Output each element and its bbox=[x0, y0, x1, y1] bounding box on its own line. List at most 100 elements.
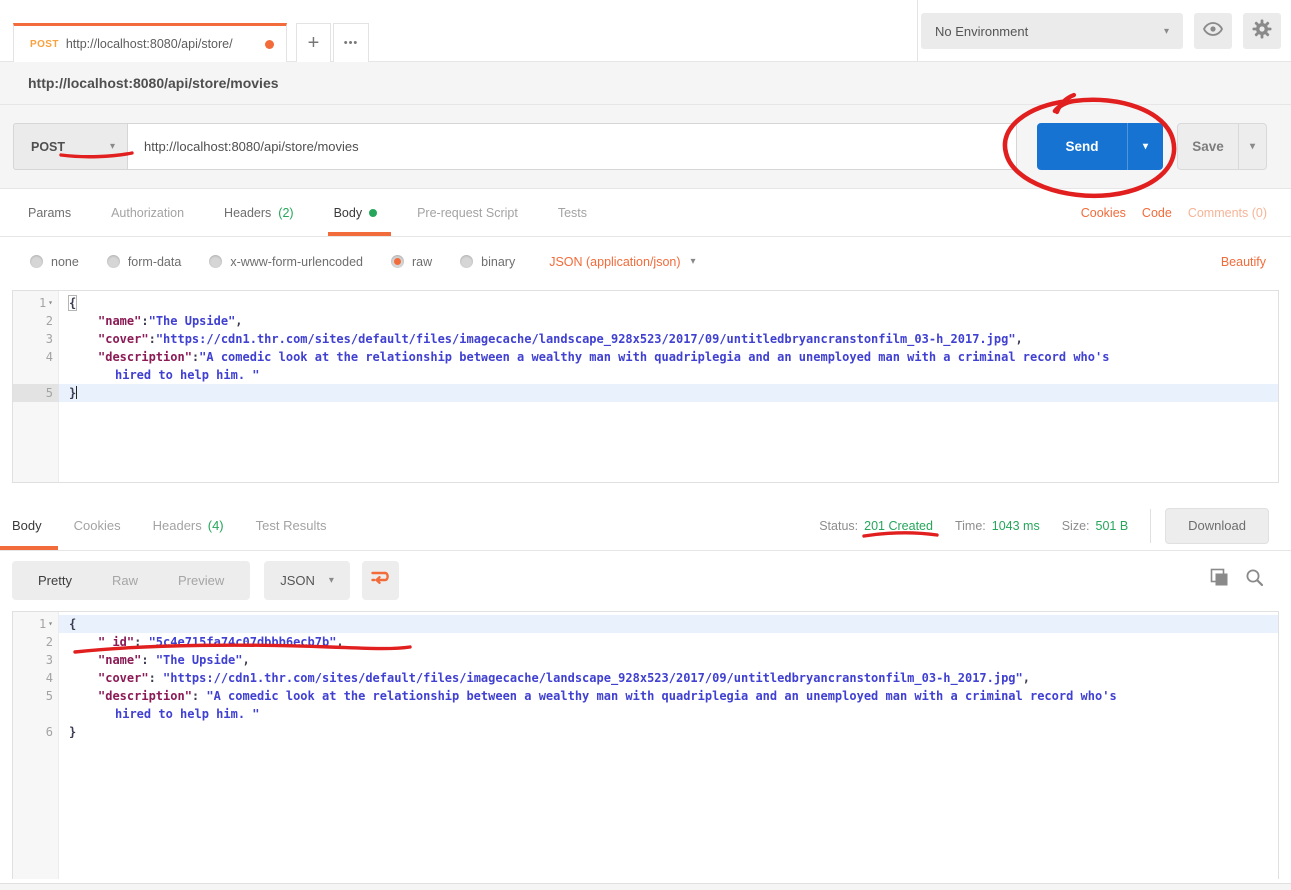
chevron-down-icon: ▾ bbox=[1250, 141, 1255, 152]
response-format-select[interactable]: JSON ▾ bbox=[264, 561, 350, 600]
method-select[interactable]: POST ▾ bbox=[13, 123, 127, 170]
code-line: 4"cover": "https://cdn1.thr.com/sites/de… bbox=[13, 669, 1278, 687]
line-number: 3 bbox=[13, 330, 59, 348]
tab-method-badge: POST bbox=[30, 39, 59, 50]
chevron-down-icon: ▾ bbox=[691, 256, 696, 267]
response-tab-headers[interactable]: Headers(4) bbox=[153, 501, 224, 550]
method-select-value: POST bbox=[31, 140, 65, 154]
send-button[interactable]: Send bbox=[1037, 123, 1127, 170]
view-tab-pretty[interactable]: Pretty bbox=[18, 573, 92, 588]
code-line: 1▾{ bbox=[13, 294, 1278, 312]
code-text: "name":"The Upside", bbox=[59, 312, 1278, 330]
view-tab-raw[interactable]: Raw bbox=[92, 573, 158, 588]
code-link[interactable]: Code bbox=[1142, 206, 1172, 220]
response-tab-body[interactable]: Body bbox=[12, 501, 42, 550]
radio-binary[interactable]: binary bbox=[460, 255, 515, 269]
line-number: 4 bbox=[13, 348, 59, 366]
code-line: 6} bbox=[13, 723, 1278, 741]
chevron-down-icon: ▾ bbox=[1164, 26, 1169, 37]
code-text: "cover": "https://cdn1.thr.com/sites/def… bbox=[59, 669, 1278, 687]
tab-body[interactable]: Body bbox=[334, 189, 378, 236]
environment-quick-look-button[interactable] bbox=[1194, 13, 1232, 49]
send-options-button[interactable]: ▾ bbox=[1127, 123, 1163, 170]
tab-authorization[interactable]: Authorization bbox=[111, 189, 184, 236]
chevron-down-icon: ▾ bbox=[1143, 141, 1148, 152]
copy-icon bbox=[1210, 568, 1229, 592]
code-text: "description": "A comedic look at the re… bbox=[59, 687, 1278, 705]
response-view-switcher: Pretty Raw Preview bbox=[12, 561, 250, 600]
tab-params[interactable]: Params bbox=[28, 189, 71, 236]
save-button[interactable]: Save bbox=[1178, 124, 1238, 169]
tab-headers[interactable]: Headers(2) bbox=[224, 189, 294, 236]
radio-icon bbox=[107, 255, 120, 268]
response-headers-count: (4) bbox=[208, 518, 224, 533]
line-number: 6 bbox=[13, 723, 59, 741]
environment-label: No Environment bbox=[935, 24, 1028, 39]
radio-raw[interactable]: raw bbox=[391, 255, 432, 269]
unsaved-indicator-dot bbox=[265, 40, 274, 49]
line-number: 1▾ bbox=[13, 294, 59, 312]
line-number: 5 bbox=[13, 384, 59, 402]
wrap-lines-icon bbox=[371, 570, 390, 590]
line-number: 3 bbox=[13, 651, 59, 669]
fold-caret-icon[interactable]: ▾ bbox=[48, 615, 53, 633]
view-tab-preview[interactable]: Preview bbox=[158, 573, 244, 588]
content-type-select[interactable]: JSON (application/json) ▾ bbox=[549, 255, 695, 269]
cookies-link[interactable]: Cookies bbox=[1081, 206, 1126, 220]
request-title: http://localhost:8080/api/store/movies bbox=[28, 75, 279, 91]
copy-response-button[interactable] bbox=[1210, 568, 1229, 592]
response-tab-test-results[interactable]: Test Results bbox=[256, 501, 327, 550]
line-number: 1▾ bbox=[13, 615, 59, 633]
code-line: 5} bbox=[13, 384, 1278, 402]
response-tab-cookies[interactable]: Cookies bbox=[74, 501, 121, 550]
code-line: 2"name":"The Upside", bbox=[13, 312, 1278, 330]
topbar-divider bbox=[917, 0, 918, 62]
new-tab-button[interactable]: + bbox=[296, 23, 331, 62]
tab-tests[interactable]: Tests bbox=[558, 189, 587, 236]
request-title-bar: http://localhost:8080/api/store/movies bbox=[0, 62, 1291, 105]
line-number bbox=[13, 705, 59, 723]
radio-icon bbox=[209, 255, 222, 268]
send-split-button: Send ▾ bbox=[1037, 123, 1163, 170]
code-text: hired to help him. " bbox=[59, 705, 1278, 723]
divider bbox=[1150, 509, 1151, 543]
response-body-panel: 1▾{2"_id": "5c4e715fa74c07dbbb6ecb7b",3"… bbox=[0, 611, 1291, 883]
save-options-button[interactable]: ▾ bbox=[1238, 124, 1266, 169]
eye-icon bbox=[1203, 22, 1223, 41]
search-icon bbox=[1245, 568, 1264, 592]
more-tabs-button[interactable]: ••• bbox=[333, 23, 369, 62]
radio-none[interactable]: none bbox=[30, 255, 79, 269]
request-body-editor[interactable]: 1▾{2"name":"The Upside",3"cover":"https:… bbox=[12, 290, 1279, 483]
status-badge: Status: 201 Created bbox=[819, 519, 933, 533]
code-text: "_id": "5c4e715fa74c07dbbb6ecb7b", bbox=[59, 633, 1278, 651]
radio-form-data[interactable]: form-data bbox=[107, 255, 182, 269]
fold-caret-icon[interactable]: ▾ bbox=[48, 294, 53, 312]
time-value: 1043 ms bbox=[992, 519, 1040, 533]
code-line: 3"cover":"https://cdn1.thr.com/sites/def… bbox=[13, 330, 1278, 348]
code-line: 4"description":"A comedic look at the re… bbox=[13, 348, 1278, 366]
comments-link[interactable]: Comments (0) bbox=[1188, 206, 1267, 220]
settings-button[interactable] bbox=[1243, 13, 1281, 49]
url-input[interactable] bbox=[127, 123, 1017, 170]
radio-selected-icon bbox=[391, 255, 404, 268]
request-tab[interactable]: POST http://localhost:8080/api/store/ bbox=[13, 23, 287, 62]
wrap-lines-button[interactable] bbox=[362, 561, 399, 600]
radio-x-www-form-urlencoded[interactable]: x-www-form-urlencoded bbox=[209, 255, 363, 269]
line-number: 2 bbox=[13, 312, 59, 330]
body-type-row: none form-data x-www-form-urlencoded raw… bbox=[0, 237, 1291, 286]
download-button[interactable]: Download bbox=[1165, 508, 1269, 544]
headers-count: (2) bbox=[278, 206, 293, 220]
code-text: "cover":"https://cdn1.thr.com/sites/defa… bbox=[59, 330, 1278, 348]
code-text: { bbox=[59, 294, 1278, 312]
line-number bbox=[13, 366, 59, 384]
environment-select[interactable]: No Environment ▾ bbox=[921, 13, 1183, 49]
status-value: 201 Created bbox=[864, 519, 933, 533]
line-number: 4 bbox=[13, 669, 59, 687]
response-body-editor[interactable]: 1▾{2"_id": "5c4e715fa74c07dbbb6ecb7b",3"… bbox=[12, 611, 1279, 879]
code-line: 2"_id": "5c4e715fa74c07dbbb6ecb7b", bbox=[13, 633, 1278, 651]
body-content-dot bbox=[369, 209, 377, 217]
beautify-link[interactable]: Beautify bbox=[1221, 255, 1266, 269]
tab-pre-request-script[interactable]: Pre-request Script bbox=[417, 189, 518, 236]
gear-icon bbox=[1252, 19, 1272, 44]
search-response-button[interactable] bbox=[1245, 568, 1264, 592]
